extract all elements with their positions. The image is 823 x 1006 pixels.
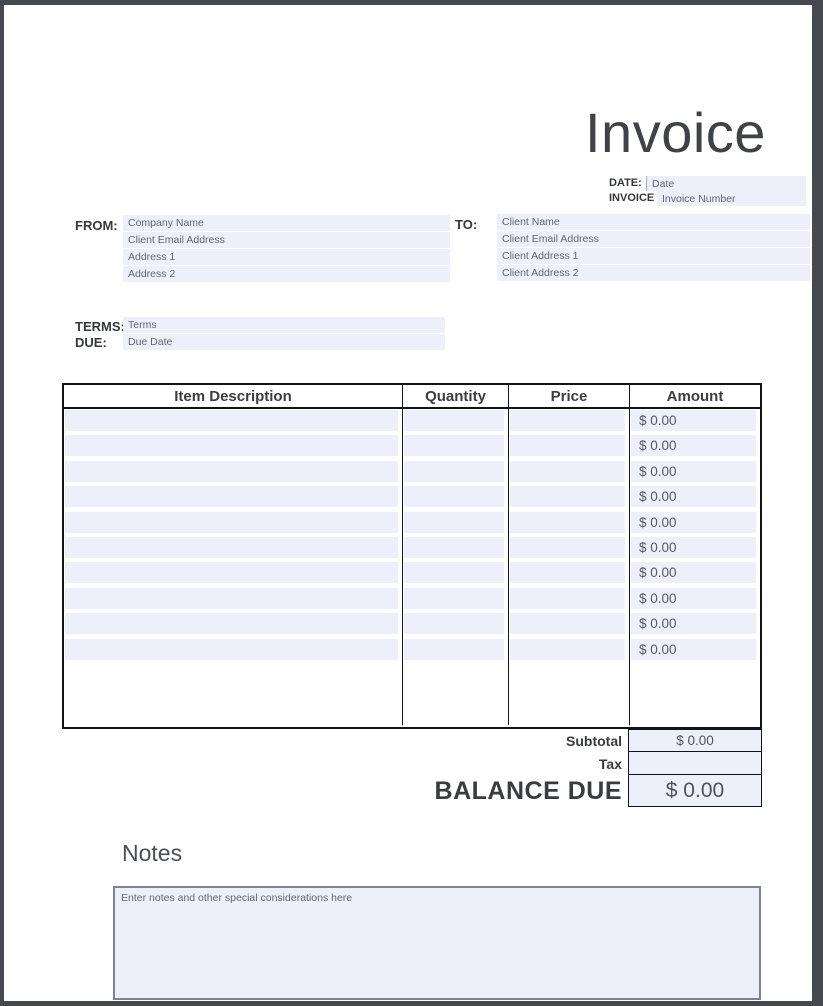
row-6-amount-input[interactable] (631, 537, 756, 558)
invoice-number-input[interactable] (657, 191, 806, 206)
page-border-left (0, 0, 4, 1006)
page-border-top (0, 0, 823, 5)
invoice-page: Invoice DATE: INVOICE FROM: TO: TERMS: D… (0, 0, 823, 1006)
row-10-description-input[interactable] (65, 639, 398, 660)
terms-input[interactable] (123, 317, 445, 333)
row-4-description-input[interactable] (65, 486, 398, 507)
row-7-amount-input[interactable] (631, 562, 756, 583)
row-6-price-input[interactable] (510, 537, 625, 558)
row-10-quantity-input[interactable] (404, 639, 504, 660)
to-name-input[interactable] (497, 214, 810, 230)
column-amount (630, 409, 760, 725)
tax-label: Tax (402, 756, 622, 772)
column-price (509, 409, 630, 725)
invoice-number-label: INVOICE (609, 192, 654, 204)
balance-due-value-box[interactable]: $ 0.00 (628, 774, 762, 807)
page-title: Invoice (585, 100, 766, 165)
notes-title: Notes (122, 840, 182, 867)
column-quantity (403, 409, 509, 725)
row-6-quantity-input[interactable] (404, 537, 504, 558)
row-10-amount-input[interactable] (631, 639, 756, 660)
row-3-description-input[interactable] (65, 461, 398, 482)
page-border-right (812, 0, 823, 1006)
row-4-quantity-input[interactable] (404, 486, 504, 507)
header-amount: Amount (630, 385, 760, 407)
row-8-description-input[interactable] (65, 588, 398, 609)
row-9-quantity-input[interactable] (404, 613, 504, 634)
row-8-quantity-input[interactable] (404, 588, 504, 609)
row-1-description-input[interactable] (65, 410, 398, 431)
row-7-quantity-input[interactable] (404, 562, 504, 583)
row-8-price-input[interactable] (510, 588, 625, 609)
due-label: DUE: (75, 335, 107, 350)
row-3-price-input[interactable] (510, 461, 625, 482)
from-label: FROM: (75, 218, 118, 233)
subtotal-label: Subtotal (402, 733, 622, 749)
from-address2-input[interactable] (123, 266, 450, 282)
subtotal-value-box[interactable]: $ 0.00 (628, 729, 762, 752)
to-address1-input[interactable] (497, 248, 810, 264)
header-price: Price (509, 385, 630, 407)
row-1-price-input[interactable] (510, 410, 625, 431)
notes-textarea[interactable] (113, 886, 761, 1000)
header-item-description: Item Description (64, 385, 403, 407)
items-table-body (64, 409, 760, 725)
row-9-price-input[interactable] (510, 613, 625, 634)
row-2-description-input[interactable] (65, 435, 398, 456)
page-border-bottom (0, 1001, 823, 1006)
row-2-amount-input[interactable] (631, 435, 756, 456)
row-5-quantity-input[interactable] (404, 512, 504, 533)
balance-due-label: BALANCE DUE (402, 777, 622, 806)
from-company-input[interactable] (123, 215, 450, 231)
tax-input[interactable] (628, 751, 762, 775)
to-address2-input[interactable] (497, 265, 810, 281)
row-4-price-input[interactable] (510, 486, 625, 507)
to-label: TO: (455, 217, 477, 232)
row-9-description-input[interactable] (65, 613, 398, 634)
row-5-description-input[interactable] (65, 512, 398, 533)
row-5-price-input[interactable] (510, 512, 625, 533)
row-5-amount-input[interactable] (631, 512, 756, 533)
from-address1-input[interactable] (123, 249, 450, 265)
row-1-quantity-input[interactable] (404, 410, 504, 431)
row-9-amount-input[interactable] (631, 613, 756, 634)
row-1-amount-input[interactable] (631, 410, 756, 431)
terms-label: TERMS: (75, 319, 125, 334)
row-2-quantity-input[interactable] (404, 435, 504, 456)
row-7-price-input[interactable] (510, 562, 625, 583)
items-table: Item Description Quantity Price Amount (62, 383, 762, 729)
row-6-description-input[interactable] (65, 537, 398, 558)
row-3-amount-input[interactable] (631, 461, 756, 482)
from-email-input[interactable] (123, 232, 450, 248)
column-description (64, 409, 403, 725)
to-email-input[interactable] (497, 231, 810, 247)
date-input[interactable] (646, 176, 806, 191)
row-3-quantity-input[interactable] (404, 461, 504, 482)
row-2-price-input[interactable] (510, 435, 625, 456)
due-date-input[interactable] (123, 334, 445, 350)
row-7-description-input[interactable] (65, 562, 398, 583)
date-label: DATE: (609, 177, 642, 189)
row-10-price-input[interactable] (510, 639, 625, 660)
header-quantity: Quantity (403, 385, 509, 407)
row-4-amount-input[interactable] (631, 486, 756, 507)
items-table-header: Item Description Quantity Price Amount (64, 385, 760, 409)
row-8-amount-input[interactable] (631, 588, 756, 609)
